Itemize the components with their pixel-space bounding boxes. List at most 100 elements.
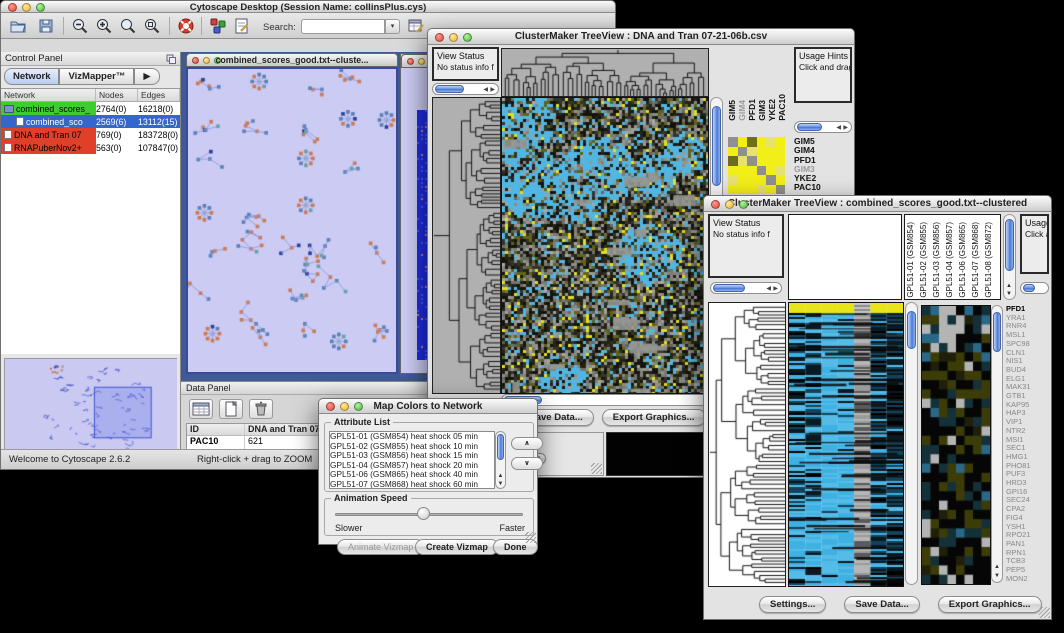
column-label[interactable]: PAC10 xyxy=(777,94,787,121)
network-view-canvas[interactable] xyxy=(188,69,396,372)
treeview1-row-labels[interactable]: GIM5GIM4PFD1GIM3YKE2PAC10 xyxy=(794,137,849,193)
matrix-cell[interactable] xyxy=(757,166,767,176)
move-down-button[interactable]: ∨ xyxy=(511,457,543,470)
matrix-cell[interactable] xyxy=(757,147,767,157)
float-panel-icon[interactable] xyxy=(166,54,176,64)
zoom-fit-icon[interactable] xyxy=(119,17,137,35)
minimize-button[interactable] xyxy=(22,3,31,12)
network-table-row[interactable]: DNA and Tran 07769(0)183728(0) xyxy=(1,128,180,141)
tv1-export-graphics-button[interactable]: Export Graphics... xyxy=(602,409,706,426)
scroll-thumb[interactable] xyxy=(497,434,504,460)
col-id[interactable]: ID xyxy=(187,424,245,435)
treeview1-titlebar[interactable]: ClusterMaker TreeView : DNA and Tran 07-… xyxy=(427,28,855,45)
gene-label[interactable]: MON2 xyxy=(1006,575,1050,583)
matrix-cell[interactable] xyxy=(728,137,738,147)
scroll-thumb[interactable] xyxy=(907,311,916,349)
treeview2-column-labels[interactable]: GPL51-01 (GSM854)GPL51-02 (GSM855)GPL51-… xyxy=(904,214,1001,300)
treeview1-column-labels[interactable]: GIM5GIM4PFD1GIM3YKE2PAC10 xyxy=(727,55,791,121)
matrix-cell[interactable] xyxy=(766,185,776,195)
matrix-cell[interactable] xyxy=(766,166,776,176)
matrix-cell[interactable] xyxy=(747,185,757,195)
column-label[interactable]: GPL51-03 (GSM856) xyxy=(932,222,945,298)
open-folder-icon[interactable] xyxy=(9,17,27,35)
zoom-button[interactable] xyxy=(463,33,472,42)
zoom-button[interactable] xyxy=(36,3,45,12)
network-table-row[interactable]: combined_scores_2764(0)16218(0) xyxy=(1,102,180,115)
matrix-cell[interactable] xyxy=(747,137,757,147)
treeview2-vscrollbar[interactable] xyxy=(905,302,918,585)
search-input[interactable] xyxy=(301,19,385,34)
matrix-cell[interactable] xyxy=(757,156,767,166)
vizmapper-icon[interactable] xyxy=(209,17,227,35)
new-attribute-button[interactable] xyxy=(219,399,243,419)
treeview2-hints-scrollbar[interactable] xyxy=(1020,282,1049,294)
matrix-cell[interactable] xyxy=(728,147,738,157)
matrix-cell[interactable] xyxy=(738,156,748,166)
matrix-cell[interactable] xyxy=(738,185,748,195)
table-mode-button[interactable] xyxy=(189,399,213,419)
treeview1-row-dendrogram[interactable] xyxy=(432,97,501,394)
close-button[interactable] xyxy=(407,58,414,65)
tab-network[interactable]: Network xyxy=(4,68,59,85)
matrix-cell[interactable] xyxy=(766,156,776,166)
minimize-button[interactable] xyxy=(725,200,734,209)
column-label[interactable]: GIM3 xyxy=(757,100,767,121)
matrix-cell[interactable] xyxy=(776,147,786,157)
delete-attribute-button[interactable] xyxy=(249,399,273,419)
col-nodes[interactable]: Nodes xyxy=(96,89,138,101)
treeview2-row-dendrogram[interactable] xyxy=(708,302,786,587)
zoom-actual-icon[interactable] xyxy=(143,17,161,35)
minimize-button[interactable] xyxy=(449,33,458,42)
matrix-cell[interactable] xyxy=(738,147,748,157)
scroll-thumb[interactable] xyxy=(435,85,464,93)
matrix-cell[interactable] xyxy=(738,137,748,147)
matrix-cell[interactable] xyxy=(747,156,757,166)
minimize-button[interactable] xyxy=(340,402,349,411)
matrix-cell[interactable] xyxy=(747,147,757,157)
birdseye-panel[interactable] xyxy=(4,358,177,461)
help-lifesaver-icon[interactable] xyxy=(177,17,195,35)
matrix-cell[interactable] xyxy=(776,166,786,176)
attribute-item[interactable]: GPL51-07 (GSM868) heat shock 60 min xyxy=(330,480,494,489)
panel-grip[interactable] xyxy=(591,463,602,474)
matrix-cell[interactable] xyxy=(738,166,748,176)
network-view-titlebar[interactable]: combined_scores_good.txt--cluste... xyxy=(186,53,398,67)
close-button[interactable] xyxy=(8,3,17,12)
scroll-thumb[interactable] xyxy=(1023,284,1035,292)
treeview2-zoom-vscrollbar[interactable]: ▲▼ xyxy=(991,305,1003,583)
column-label[interactable]: GIM4 xyxy=(737,100,747,121)
search-dropdown-button[interactable]: ▾ xyxy=(385,19,400,34)
close-button[interactable] xyxy=(326,402,335,411)
column-label[interactable]: PFD1 xyxy=(747,99,757,121)
close-button[interactable] xyxy=(435,33,444,42)
matrix-cell[interactable] xyxy=(728,185,738,195)
tv2-settings-button[interactable]: Settings... xyxy=(759,596,826,613)
column-label[interactable]: GPL51-04 (GSM857) xyxy=(945,222,958,298)
resize-grip[interactable] xyxy=(1039,607,1050,618)
scroll-thumb[interactable] xyxy=(797,123,822,131)
scroll-thumb[interactable] xyxy=(1005,219,1014,271)
treeview2-status-scrollbar[interactable]: ◀▶ xyxy=(710,282,782,294)
matrix-cell[interactable] xyxy=(776,185,786,195)
column-label[interactable]: GPL51-01 (GSM854) xyxy=(906,222,919,298)
treeview1-hints-scrollbar[interactable]: ◀▶ xyxy=(794,121,852,133)
col-edges[interactable]: Edges xyxy=(138,89,180,101)
column-label[interactable]: GPL51-07 (GSM868) xyxy=(971,222,984,298)
treeview2-collabel-vscrollbar[interactable]: ▲▼ xyxy=(1003,214,1016,300)
slider-thumb[interactable] xyxy=(417,507,430,520)
matrix-cell[interactable] xyxy=(747,175,757,185)
attribute-list[interactable]: GPL51-01 (GSM854) heat shock 05 minGPL51… xyxy=(329,431,495,489)
scroll-thumb[interactable] xyxy=(713,284,745,292)
matrix-cell[interactable] xyxy=(728,166,738,176)
tv2-save-data-button[interactable]: Save Data... xyxy=(844,596,919,613)
animate-vizmap-button[interactable]: Animate Vizmap xyxy=(337,539,424,555)
matrix-cell[interactable] xyxy=(776,137,786,147)
treeview2-titlebar[interactable]: ClusterMaker TreeView : combined_scores_… xyxy=(703,195,1052,212)
matrix-cell[interactable] xyxy=(757,185,767,195)
matrix-cell[interactable] xyxy=(747,166,757,176)
matrix-cell[interactable] xyxy=(776,175,786,185)
tv2-export-graphics-button[interactable]: Export Graphics... xyxy=(938,596,1042,613)
treeview2-top-dendrogram-area[interactable] xyxy=(788,214,902,300)
network-table-row[interactable]: RNAPuberNov2+563(0)107847(0) xyxy=(1,141,180,154)
zoom-button[interactable] xyxy=(739,200,748,209)
